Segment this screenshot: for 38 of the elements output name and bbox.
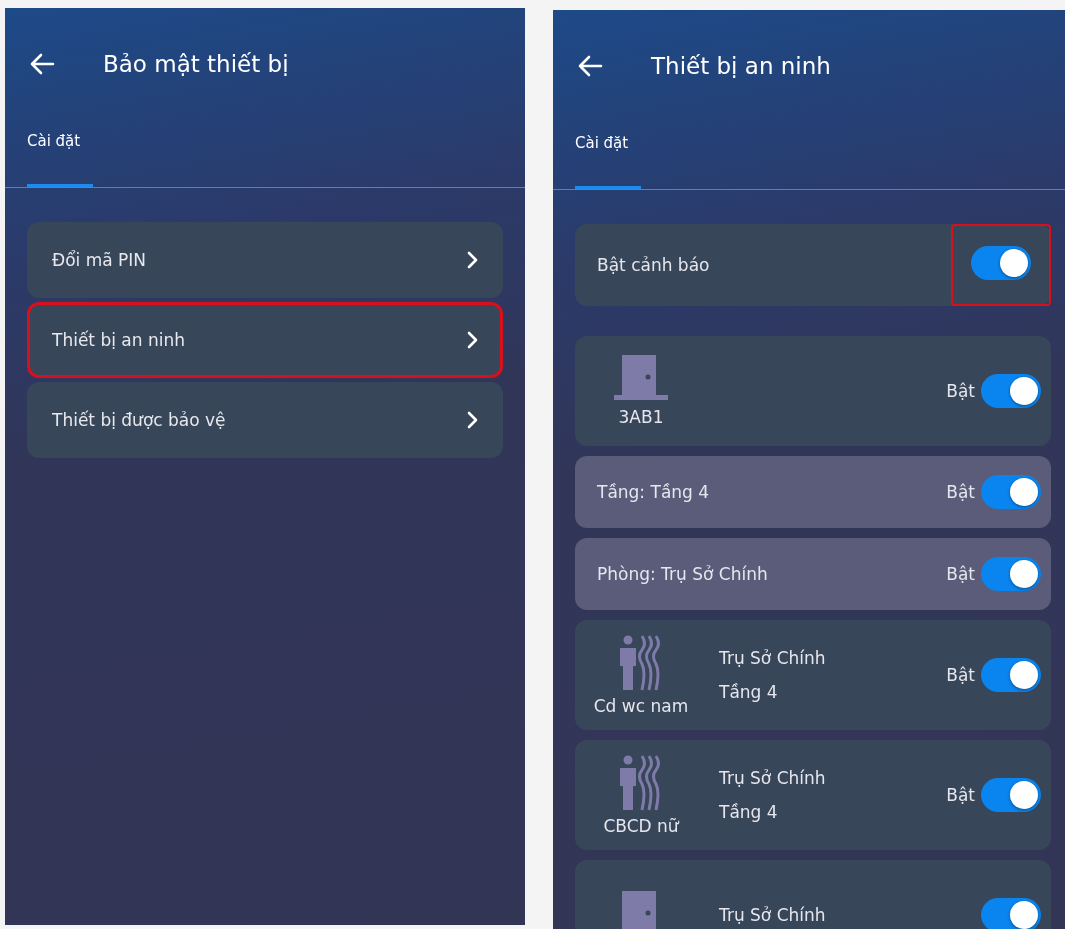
screen-title: Bảo mật thiết bị: [103, 51, 289, 77]
location-text: Trụ Sở Chính: [719, 648, 827, 668]
toggle-switch[interactable]: [981, 898, 1041, 929]
toggle-switch[interactable]: [981, 778, 1041, 812]
toggle-label: Bật: [946, 665, 975, 685]
chevron-right-icon: [466, 251, 478, 269]
location-text: Tầng 4: [719, 682, 779, 702]
menu-item[interactable]: Thiết bị được bảo vệ: [27, 382, 503, 458]
menu-item[interactable]: Đổi mã PIN: [27, 222, 503, 298]
back-arrow-icon: [577, 55, 603, 77]
toggle-label: Bật: [946, 381, 975, 401]
chevron-right-icon: [466, 331, 478, 349]
toggle-switch[interactable]: [981, 475, 1041, 509]
chevron-right-icon: [466, 411, 478, 429]
back-button[interactable]: [577, 55, 603, 77]
back-arrow-icon: [29, 53, 55, 75]
location-text: Tầng 4: [719, 802, 779, 822]
tab[interactable]: Cài đặt: [27, 124, 93, 187]
screen-title: Thiết bị an ninh: [651, 53, 831, 79]
toggle-label: Bật: [946, 564, 975, 584]
toggle-label: Bật: [946, 785, 975, 805]
device-name: 3AB1: [618, 407, 664, 427]
tab[interactable]: Cài đặt: [575, 126, 641, 189]
location-text: Trụ Sở Chính: [719, 905, 827, 925]
toggle-switch[interactable]: [981, 557, 1041, 591]
group-label: Tầng: Tầng 4: [597, 482, 711, 502]
toggle-switch[interactable]: [981, 658, 1041, 692]
menu-item[interactable]: Thiết bị an ninh: [27, 302, 503, 378]
toggle-label: Bật: [946, 482, 975, 502]
alert-label: Bật cảnh báo: [597, 255, 711, 275]
door-icon: [612, 355, 670, 403]
group-label: Phòng: Trụ Sở Chính: [597, 564, 769, 584]
device-name: Cd wc nam: [593, 696, 689, 716]
toggle-switch[interactable]: [981, 374, 1041, 408]
toggle-switch[interactable]: [971, 246, 1031, 280]
location-text: Trụ Sở Chính: [719, 768, 827, 788]
back-button[interactable]: [29, 53, 55, 75]
device-name: CBCD nữ: [603, 816, 679, 836]
